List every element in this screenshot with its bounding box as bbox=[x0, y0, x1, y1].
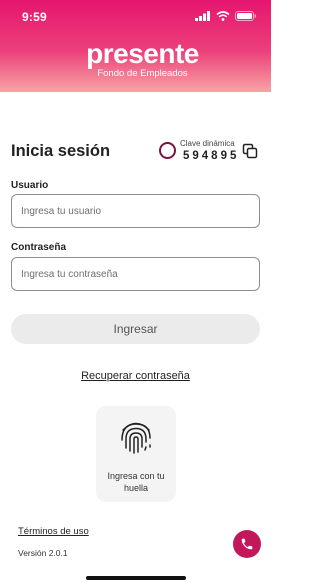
brand-subtitle: Fondo de Empleados bbox=[97, 68, 188, 79]
dynamic-key-label: Clave dinámica bbox=[180, 139, 235, 148]
fingerprint-login-button[interactable]: Ingresa con tu huella bbox=[96, 406, 176, 502]
call-button[interactable] bbox=[233, 530, 261, 558]
status-icons bbox=[195, 11, 257, 21]
wifi-icon bbox=[216, 11, 230, 21]
home-indicator bbox=[86, 576, 186, 580]
fingerprint-label: Ingresa con tu huella bbox=[107, 471, 165, 493]
recover-password-link[interactable]: Recuperar contraseña bbox=[0, 370, 271, 382]
signal-icon bbox=[195, 11, 210, 21]
password-input[interactable] bbox=[11, 257, 260, 291]
dynamic-key-code: 594895 bbox=[183, 150, 240, 162]
dynamic-key-widget: Clave dinámica 594895 bbox=[157, 137, 261, 167]
phone-icon bbox=[241, 538, 253, 550]
page-title: Inicia sesión bbox=[11, 142, 111, 160]
app-version: Versión 2.0.1 bbox=[18, 548, 68, 558]
username-input[interactable] bbox=[11, 194, 260, 228]
brand-name: presente bbox=[86, 38, 199, 69]
password-label: Contraseña bbox=[11, 242, 67, 253]
copy-icon[interactable] bbox=[242, 143, 258, 159]
login-button[interactable]: Ingresar bbox=[11, 314, 260, 344]
status-time: 9:59 bbox=[22, 10, 47, 24]
dynamic-key-timer-icon bbox=[159, 142, 176, 159]
terms-link[interactable]: Términos de uso bbox=[18, 526, 89, 537]
fingerprint-icon bbox=[121, 422, 151, 454]
status-bar: 9:59 bbox=[0, 0, 271, 34]
brand-logo: presente Fondo de Empleados bbox=[0, 38, 271, 80]
battery-icon bbox=[235, 11, 257, 21]
username-label: Usuario bbox=[11, 180, 49, 191]
app-header: 9:59 presente Fondo de Empleados bbox=[0, 0, 271, 92]
